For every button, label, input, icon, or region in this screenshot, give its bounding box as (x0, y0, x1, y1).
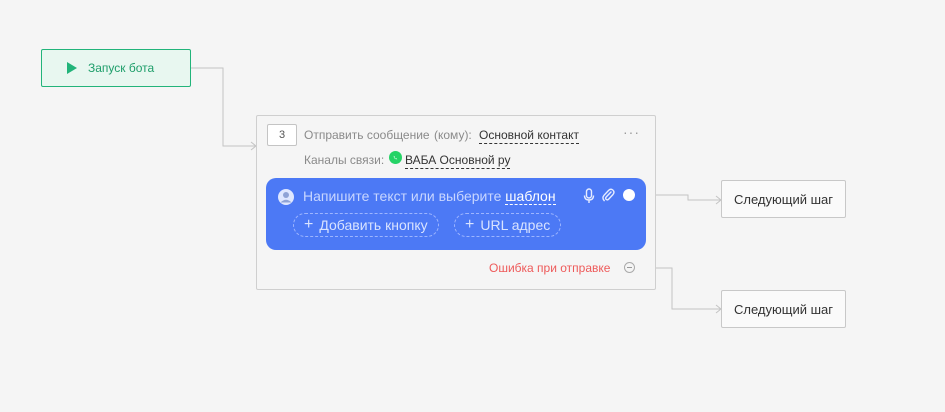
start-bot-node[interactable]: Запуск бота (41, 49, 191, 87)
url-button[interactable]: + URL адрес (454, 213, 562, 237)
whatsapp-icon (389, 151, 402, 164)
channels-label: Каналы связи: (304, 153, 385, 167)
message-placeholder: Напишите текст или выберите (303, 188, 502, 204)
add-button-label: Добавить кнопку (319, 217, 428, 233)
play-icon (67, 62, 77, 74)
add-button-button[interactable]: + Добавить кнопку (293, 213, 439, 237)
channel-selector[interactable]: ВАБА Основной ру (405, 153, 511, 169)
bot-avatar-icon (278, 189, 294, 205)
step-recipient-prefix: (кому): (434, 128, 472, 142)
plus-icon: + (304, 216, 314, 233)
message-output-port[interactable] (623, 189, 635, 201)
send-error-label: Ошибка при отправке (489, 261, 611, 275)
next-step-node-2[interactable]: Следующий шаг (721, 290, 846, 328)
send-message-step-card[interactable]: 3 Отправить сообщение (кому): Основной к… (256, 115, 656, 290)
next-step-node-1[interactable]: Следующий шаг (721, 180, 846, 218)
start-node-label: Запуск бота (88, 61, 155, 75)
template-link[interactable]: шаблон (505, 188, 556, 205)
message-composer[interactable]: Напишите текст или выберите шаблон + Доб… (266, 178, 646, 250)
message-input[interactable]: Напишите текст или выберите шаблон (303, 188, 556, 205)
plus-icon: + (465, 216, 475, 233)
more-options-icon[interactable]: ··· (623, 124, 640, 140)
step-number-badge: 3 (267, 124, 297, 146)
next-step-label: Следующий шаг (734, 301, 833, 317)
error-output-port[interactable] (624, 262, 635, 273)
url-button-label: URL адрес (480, 217, 551, 233)
next-step-label: Следующий шаг (734, 191, 833, 207)
attachment-icon[interactable] (601, 187, 615, 203)
recipient-selector[interactable]: Основной контакт (479, 128, 579, 144)
connector-start-to-step (191, 67, 256, 147)
microphone-icon[interactable] (582, 188, 596, 204)
step-action-title: Отправить сообщение (304, 128, 430, 142)
